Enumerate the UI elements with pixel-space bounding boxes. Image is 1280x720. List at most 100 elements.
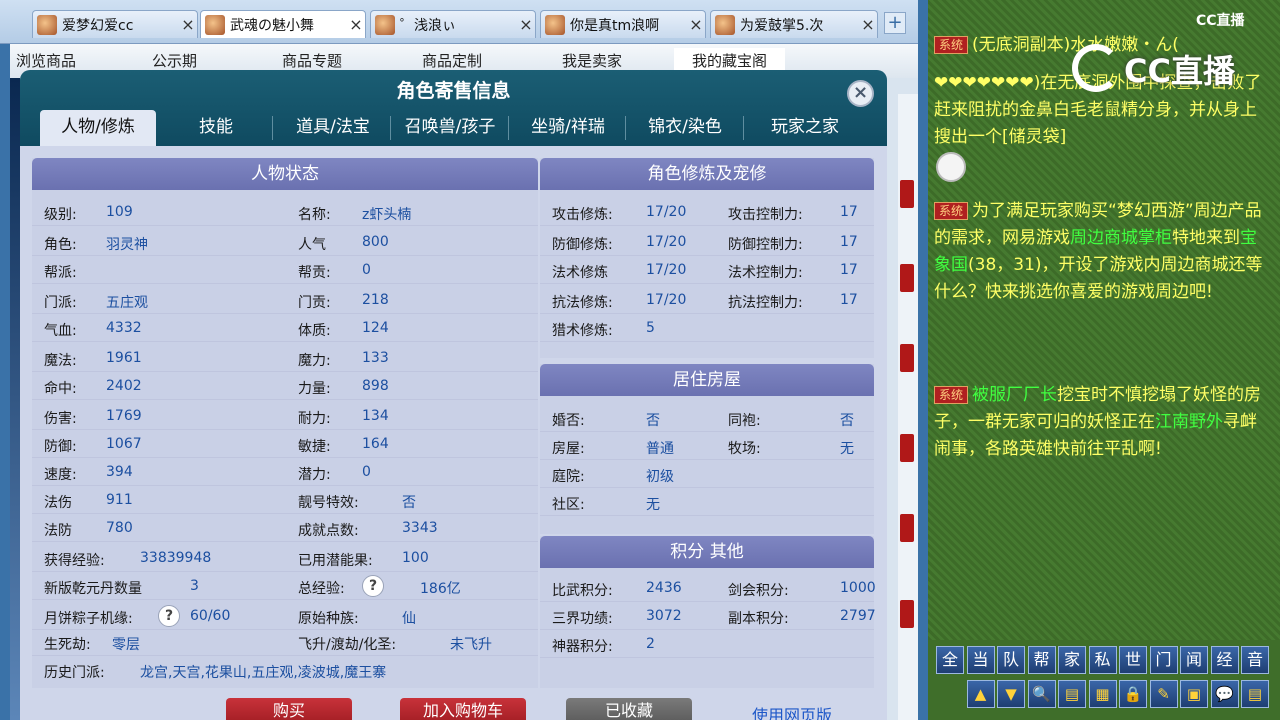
tab-title: 为爱鼓掌5.次 [740,17,824,34]
cultivation-value: 17/20 [646,234,687,250]
status-label: 耐力: [298,411,331,427]
tool-button[interactable]: ▦ [1088,680,1117,708]
status-label: 敏捷: [298,439,331,455]
housing-label: 牧场: [728,441,761,457]
tool-button[interactable]: ▣ [1180,680,1208,708]
housing-label: 房屋: [552,441,585,457]
status-value: 五庄观 [106,295,148,311]
web-version-link[interactable]: 使用网页版 [752,702,832,720]
housing-panel: 居住房屋 婚否: 否同袍: 否房屋: 普通 牧场: 无庭院: 初级 社区: 无 [540,364,874,534]
nav-seller[interactable]: 我是卖家 [562,50,622,71]
close-icon[interactable]: × [859,15,877,34]
cultivation-value: 17 [840,292,858,308]
modal-header: 角色寄售信息 × 人物/修炼 技能 道具/法宝 召唤兽/孩子 坐骑/祥瑞 锦衣/… [20,70,887,146]
chat-highlight[interactable]: 被服厂厂长 [972,385,1057,405]
tool-button[interactable]: ▤ [1241,680,1269,708]
nav-custom[interactable]: 商品定制 [422,50,482,71]
close-icon[interactable]: × [347,15,365,34]
channel-button[interactable]: 全 [936,646,964,674]
channel-button[interactable]: 世 [1119,646,1147,674]
status-label: 靓号特效: [298,495,359,511]
chat-highlight[interactable]: 江南野外 [1155,412,1223,432]
status-value: 2402 [106,378,142,394]
channel-button[interactable]: 当 [966,646,995,674]
tool-button[interactable]: ▲ [966,680,995,708]
tool-buttons: ▲ ▼ 🔍 ▤ ▦ 🔒 ✎ ▣ 💬 ▤ [936,680,1272,710]
channel-button[interactable]: 队 [997,646,1025,674]
points-panel: 积分 其他 比武积分: 2436 剑会积分: 1000 三界功绩: 3072 副本积分: 27… [540,536,876,688]
tab-items[interactable]: 道具/法宝 [275,110,391,146]
nav-topics[interactable]: 商品专题 [282,50,342,71]
chat-highlight[interactable]: 周边商城掌柜 [1070,228,1172,248]
left-strip [10,78,20,720]
tab-outfits[interactable]: 锦衣/染色 [627,110,743,146]
chat-message-2: 系统 为了满足玩家购买“梦幻西游”周边产品的需求，网易游戏周边商城掌柜特地来到宝象… [934,198,1270,306]
add-to-cart-button[interactable]: 加入购物车 [400,698,526,720]
tab-pets[interactable]: 召唤兽/孩子 [392,110,508,146]
cc-logo: CC直播 [1196,13,1245,29]
housing-value: 否 [646,413,660,429]
status-label: 门派: [44,295,77,311]
list-marker [900,514,914,542]
browser-tab-1[interactable]: 爱梦幻爱cc × [32,10,198,38]
chat-text: 特地来到 [1172,228,1240,248]
tool-button[interactable]: 🔒 [1119,680,1147,708]
channel-button[interactable]: 经 [1210,646,1239,674]
role-sale-modal: 角色寄售信息 × 人物/修炼 技能 道具/法宝 召唤兽/孩子 坐骑/祥瑞 锦衣/… [20,70,887,720]
status-label: 获得经验: [44,553,105,569]
close-icon[interactable]: × [179,15,197,34]
tool-button[interactable]: 💬 [1210,680,1239,708]
status-value: 394 [106,464,133,480]
saved-button[interactable]: 已收藏 [566,698,692,720]
close-icon[interactable]: × [687,15,705,34]
browser-tab-2[interactable]: 武魂の魅小舞 × [200,10,366,38]
browser-tab-4[interactable]: 你是真tm浪啊 × [540,10,706,38]
buy-button[interactable]: 购买 [226,698,352,720]
tab-divider [743,116,744,140]
nav-public[interactable]: 公示期 [152,50,197,71]
avatar-icon [715,14,735,35]
channel-button[interactable]: 闻 [1180,646,1208,674]
browser-tab-3[interactable]: ゜浅浪ぃ × [370,10,536,38]
tab-mounts[interactable]: 坐骑/祥瑞 [510,110,626,146]
points-label: 剑会积分: [728,583,789,599]
status-value: 134 [362,408,389,424]
tab-skills[interactable]: 技能 [158,110,274,146]
channel-button[interactable]: 音 [1241,646,1269,674]
avatar-icon [375,14,395,35]
status-label: 名称: [298,207,331,223]
help-icon[interactable]: ? [362,575,384,597]
browser-tab-5[interactable]: 为爱鼓掌5.次 × [710,10,878,38]
tool-button[interactable]: 🔍 [1027,680,1056,708]
channel-button[interactable]: 门 [1149,646,1178,674]
cultivation-label: 攻击修炼: [552,207,613,223]
channel-button[interactable]: 私 [1088,646,1117,674]
help-icon[interactable]: ? [158,605,180,627]
tool-button[interactable]: ✎ [1149,680,1178,708]
cultivation-value: 17/20 [646,204,687,220]
status-value: 800 [362,234,389,250]
nav-browse[interactable]: 浏览商品 [16,50,76,71]
tool-button[interactable]: ▤ [1058,680,1086,708]
cultivation-label: 猎术修炼: [552,323,613,339]
browser-tab-bar: 爱梦幻爱cc × 武魂の魅小舞 × ゜浅浪ぃ × 你是真tm浪啊 × 为爱鼓掌5… [0,0,918,44]
housing-value: 无 [646,497,660,513]
housing-row [540,432,874,460]
cc-logo-mark [1072,44,1120,92]
channel-button[interactable]: 帮 [1027,646,1056,674]
tool-button[interactable]: ▼ [997,680,1025,708]
status-value: 186亿 [420,581,461,597]
status-value: 911 [106,492,133,508]
tab-title: 你是真tm浪啊 [570,17,660,34]
close-icon[interactable]: × [847,80,874,107]
status-label: 月饼粽子机缘: [44,611,133,627]
close-icon[interactable]: × [517,15,535,34]
new-tab-button[interactable]: + [884,12,906,34]
status-value: 1067 [106,436,142,452]
tab-player-home[interactable]: 玩家之家 [747,110,863,146]
status-label: 命中: [44,381,77,397]
points-label: 副本积分: [728,611,789,627]
status-value: 仙 [402,611,416,627]
channel-button[interactable]: 家 [1058,646,1086,674]
tab-character[interactable]: 人物/修炼 [40,110,156,146]
